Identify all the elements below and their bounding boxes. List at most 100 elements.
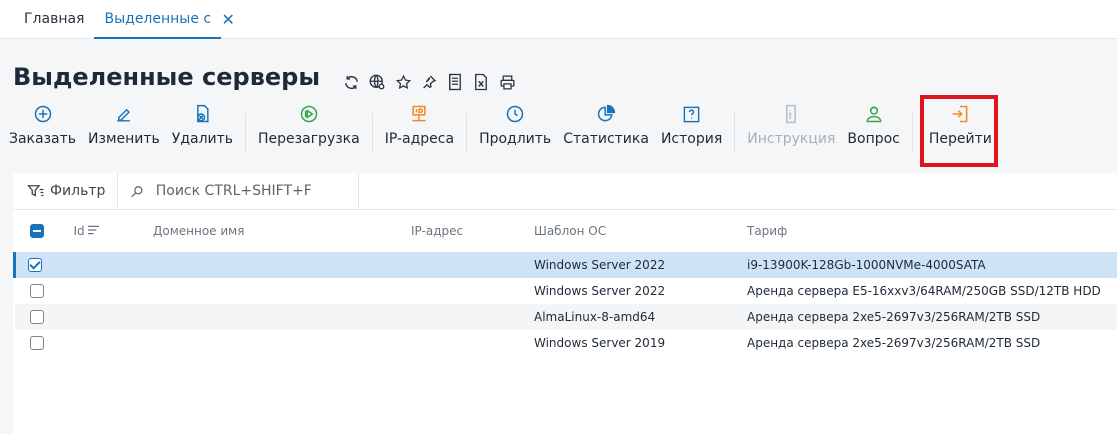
page-header: Выделенные серверы — [0, 39, 1117, 97]
sort-icon — [88, 225, 99, 235]
main-area: Выделенные серверы — [0, 39, 1117, 434]
row-checkbox[interactable] — [28, 258, 42, 272]
goto-button[interactable]: Перейти — [919, 97, 998, 173]
domain-cell — [152, 330, 410, 356]
filter-icon — [27, 183, 45, 199]
ip-addresses-button[interactable]: IP-адреса — [379, 97, 460, 173]
title-actions — [342, 73, 524, 97]
column-id-label: Id — [74, 224, 85, 238]
select-all-cell — [15, 210, 73, 252]
delete-doc-icon — [191, 103, 213, 125]
filter-button[interactable]: Фильтр — [13, 173, 118, 209]
toolbar-divider — [372, 113, 373, 153]
tariff-cell: Аренда сервера 2xe5-2697v3/256RAM/2TB SS… — [746, 330, 1117, 356]
tariff-cell: Аренда сервера 2xe5-2697v3/256RAM/2TB SS… — [746, 304, 1117, 330]
table-row[interactable]: AlmaLinux-8-amd64 Аренда сервера 2xe5-26… — [15, 304, 1117, 330]
toolbar-divider — [245, 113, 246, 153]
support-user-icon — [863, 103, 885, 125]
row-select-cell — [15, 252, 73, 278]
row-checkbox[interactable] — [30, 310, 44, 324]
row-checkbox[interactable] — [30, 336, 44, 350]
clock-icon — [504, 103, 526, 125]
toolbar: Заказать Изменить Удалить Перезагрузка I… — [0, 97, 1117, 173]
filter-bar: Фильтр — [13, 173, 1117, 210]
order-button[interactable]: Заказать — [3, 97, 82, 173]
table-row[interactable]: Windows Server 2019 Аренда сервера 2xe5-… — [15, 330, 1117, 356]
book-icon[interactable] — [446, 73, 464, 91]
ip-cell — [410, 330, 533, 356]
domain-cell — [152, 304, 410, 330]
plus-circle-icon — [32, 103, 54, 125]
column-os[interactable]: Шаблон ОС — [533, 210, 746, 252]
ip-cell — [410, 304, 533, 330]
os-cell: AlmaLinux-8-amd64 — [533, 304, 746, 330]
search-input[interactable] — [154, 182, 359, 200]
question-button[interactable]: Вопрос — [841, 97, 905, 173]
search-icon — [130, 184, 144, 199]
tab-dedicated-servers[interactable]: Выделенные се... — [94, 0, 221, 39]
goto-label: Перейти — [929, 131, 992, 147]
filter-label: Фильтр — [50, 183, 105, 199]
star-icon[interactable] — [394, 73, 412, 91]
delete-button[interactable]: Удалить — [166, 97, 239, 173]
column-ip[interactable]: IP-адрес — [410, 210, 533, 252]
pie-chart-icon — [595, 103, 617, 125]
close-icon[interactable]: ✕ — [221, 0, 238, 38]
question-label: Вопрос — [847, 131, 899, 147]
toolbar-divider — [466, 113, 467, 153]
tab-bar: Главная Выделенные се... ✕ — [0, 0, 1117, 39]
table-row[interactable]: Windows Server 2022 i9-13900K-128Gb-1000… — [15, 252, 1117, 278]
statistics-button[interactable]: Статистика — [557, 97, 655, 173]
column-id[interactable]: Id — [73, 210, 153, 252]
print-icon[interactable] — [498, 73, 516, 91]
row-select-cell — [15, 278, 73, 304]
extend-button[interactable]: Продлить — [473, 97, 557, 173]
instruction-doc-icon — [780, 103, 802, 125]
id-cell — [73, 278, 153, 304]
ip-addresses-label: IP-адреса — [385, 131, 454, 147]
id-cell — [73, 304, 153, 330]
question-box-icon — [681, 103, 703, 125]
pencil-icon — [113, 103, 135, 125]
id-cell — [73, 252, 153, 278]
domain-cell — [152, 278, 410, 304]
edit-button[interactable]: Изменить — [82, 97, 166, 173]
os-cell: Windows Server 2022 — [533, 278, 746, 304]
extend-label: Продлить — [479, 131, 551, 147]
id-cell — [73, 330, 153, 356]
refresh-icon[interactable] — [342, 73, 360, 91]
enter-icon — [949, 103, 971, 125]
row-select-cell — [15, 330, 73, 356]
os-cell: Windows Server 2019 — [533, 330, 746, 356]
search-box[interactable] — [118, 173, 359, 209]
pin-icon[interactable] — [420, 73, 438, 91]
reboot-label: Перезагрузка — [258, 131, 360, 147]
play-circle-icon — [298, 103, 320, 125]
order-label: Заказать — [9, 131, 76, 147]
reboot-button[interactable]: Перезагрузка — [252, 97, 366, 173]
instruction-label: Инструкция — [747, 131, 835, 147]
select-all-checkbox[interactable] — [30, 224, 44, 238]
column-domain[interactable]: Доменное имя — [152, 210, 410, 252]
column-tariff[interactable]: Тариф — [746, 210, 1117, 252]
tab-active-label: Выделенные се... — [104, 11, 212, 27]
toolbar-divider — [912, 113, 913, 153]
row-select-cell — [15, 304, 73, 330]
page-title: Выделенные серверы — [13, 61, 320, 97]
tariff-cell: i9-13900K-128Gb-1000NVMe-4000SATA — [746, 252, 1117, 278]
tab-home[interactable]: Главная — [0, 0, 94, 38]
row-checkbox[interactable] — [30, 284, 44, 298]
tab-home-label: Главная — [24, 11, 84, 27]
edit-label: Изменить — [88, 131, 160, 147]
table-row[interactable]: Windows Server 2022 Аренда сервера E5-16… — [15, 278, 1117, 304]
history-button[interactable]: История — [655, 97, 728, 173]
delete-label: Удалить — [172, 131, 233, 147]
domain-cell — [152, 252, 410, 278]
os-cell: Windows Server 2022 — [533, 252, 746, 278]
ip-cell — [410, 252, 533, 278]
excel-icon[interactable] — [472, 73, 490, 91]
instruction-button[interactable]: Инструкция — [741, 97, 841, 173]
toolbar-divider — [734, 113, 735, 153]
globe-settings-icon[interactable] — [368, 73, 386, 91]
statistics-label: Статистика — [563, 131, 649, 147]
